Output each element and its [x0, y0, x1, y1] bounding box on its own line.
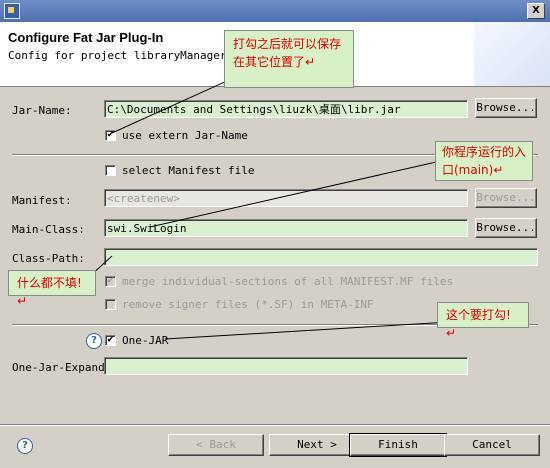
callout-save-location: 打勾之后就可以保存在其它位置了↵: [224, 30, 354, 88]
callout-leave-empty: 什么都不填!↵: [8, 270, 96, 308]
annotation-line-4: [164, 321, 451, 340]
annotation-line-2: [149, 159, 446, 228]
callout-main-entry: 你程序运行的入口(main)↵: [435, 141, 533, 181]
callout-check-this: 这个要打勾!↵: [437, 302, 529, 340]
